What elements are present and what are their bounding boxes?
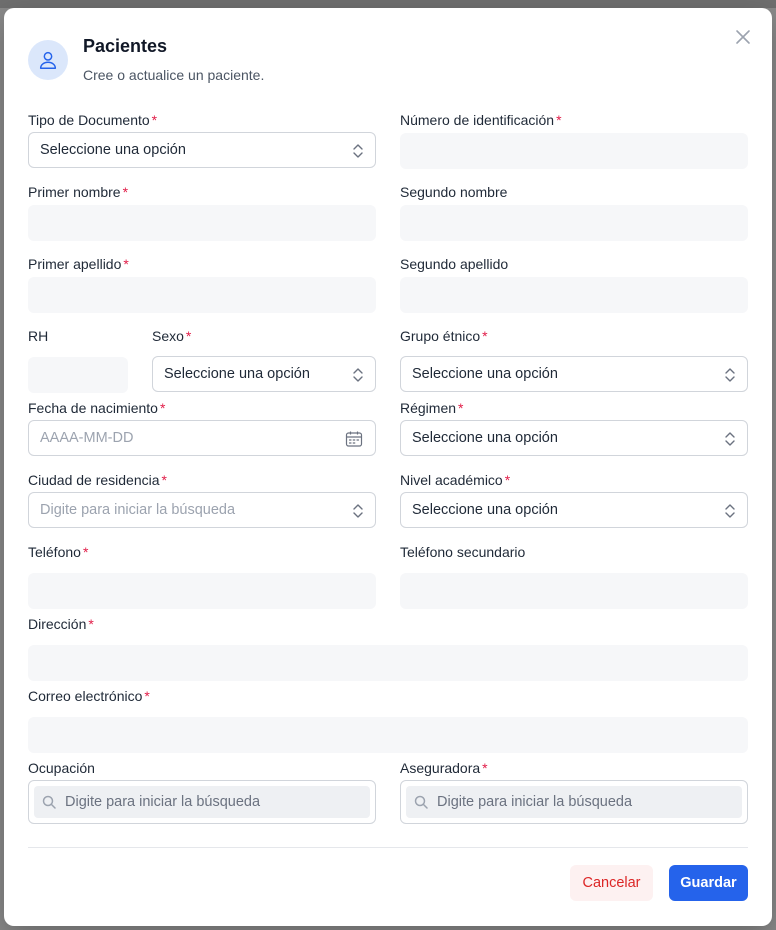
segundo-nombre-input[interactable]: [400, 205, 748, 241]
aseguradora-placeholder: Digite para iniciar la búsqueda: [437, 794, 633, 810]
numero-identificacion-input[interactable]: [400, 133, 748, 169]
primer-nombre-label: Primer nombre *: [28, 184, 129, 200]
grupo-etnico-field: Grupo étnico * Seleccione una opción: [400, 326, 748, 392]
telefono-secundario-field: Teléfono secundario: [400, 542, 748, 609]
nivel-academico-select[interactable]: Seleccione una opción: [400, 492, 748, 528]
ocupacion-placeholder: Digite para iniciar la búsqueda: [65, 794, 261, 810]
header-avatar: [28, 40, 68, 80]
fecha-nacimiento-input[interactable]: AAAA-MM-DD: [28, 420, 376, 456]
aseguradora-search-box[interactable]: Digite para iniciar la búsqueda: [406, 786, 742, 818]
tipo-documento-field: Tipo de Documento * Seleccione una opción: [28, 110, 376, 168]
grupo-etnico-label: Grupo étnico *: [400, 328, 488, 344]
sexo-select[interactable]: Seleccione una opción: [152, 356, 376, 392]
tipo-documento-value: Seleccione una opción: [40, 142, 186, 158]
ocupacion-label: Ocupación: [28, 760, 95, 776]
telefono-secundario-label: Teléfono secundario: [400, 544, 526, 560]
cancel-button[interactable]: Cancelar: [570, 865, 653, 901]
primer-apellido-label: Primer apellido *: [28, 256, 129, 272]
correo-field: Correo electrónico *: [28, 686, 748, 753]
footer-divider: [28, 847, 748, 848]
aseguradora-search[interactable]: Digite para iniciar la búsqueda: [400, 780, 748, 824]
rh-input[interactable]: [28, 357, 128, 393]
close-icon: [736, 30, 750, 44]
nivel-academico-label: Nivel académico *: [400, 472, 511, 488]
rh-field: RH: [28, 326, 128, 393]
telefono-label: Teléfono *: [28, 544, 89, 560]
dialog-title: Pacientes: [83, 36, 168, 56]
backdrop: [0, 0, 776, 8]
telefono-input[interactable]: [28, 573, 376, 609]
fecha-nacimiento-label: Fecha de nacimiento *: [28, 400, 166, 416]
chevron-up-down-icon: [353, 504, 363, 518]
ciudad-residencia-label: Ciudad de residencia *: [28, 472, 167, 488]
chevron-up-down-icon: [725, 368, 735, 382]
ciudad-residencia-select[interactable]: Digite para iniciar la búsqueda: [28, 492, 376, 528]
primer-nombre-input[interactable]: [28, 205, 376, 241]
chevron-up-down-icon: [725, 432, 735, 446]
grupo-etnico-value: Seleccione una opción: [412, 366, 558, 382]
nivel-academico-field: Nivel académico * Seleccione una opción: [400, 470, 748, 528]
patient-dialog: Pacientes Cree o actualice un paciente. …: [4, 8, 772, 926]
correo-label: Correo electrónico *: [28, 688, 150, 704]
chevron-up-down-icon: [725, 504, 735, 518]
chevron-up-down-icon: [353, 144, 363, 158]
telefono-field: Teléfono *: [28, 542, 376, 609]
search-icon: [42, 795, 56, 809]
segundo-apellido-label: Segundo apellido: [400, 256, 509, 272]
primer-apellido-field: Primer apellido *: [28, 254, 376, 313]
segundo-apellido-field: Segundo apellido: [400, 254, 748, 313]
fecha-nacimiento-placeholder: AAAA-MM-DD: [40, 430, 134, 446]
grupo-etnico-select[interactable]: Seleccione una opción: [400, 356, 748, 392]
ocupacion-field: Ocupación Digite para iniciar la búsqued…: [28, 758, 376, 824]
dialog-subtitle: Cree o actualice un paciente.: [83, 67, 265, 83]
numero-identificacion-field: Número de identificación *: [400, 110, 748, 169]
ciudad-residencia-field: Ciudad de residencia * Digite para inicia…: [28, 470, 376, 528]
nivel-academico-value: Seleccione una opción: [412, 502, 558, 518]
aseguradora-field: Aseguradora * Digite para iniciar la búsq…: [400, 758, 748, 824]
ciudad-residencia-placeholder: Digite para iniciar la búsqueda: [40, 502, 236, 518]
sexo-field: Sexo * Seleccione una opción: [152, 326, 376, 392]
segundo-apellido-input[interactable]: [400, 277, 748, 313]
direccion-field: Dirección *: [28, 614, 748, 681]
aseguradora-label: Aseguradora *: [400, 760, 488, 776]
tipo-documento-select[interactable]: Seleccione una opción: [28, 132, 376, 168]
calendar-icon[interactable]: [345, 430, 363, 448]
rh-label: RH: [28, 328, 49, 344]
user-icon: [39, 51, 57, 69]
close-button[interactable]: [732, 26, 754, 48]
chevron-up-down-icon: [353, 368, 363, 382]
primer-nombre-field: Primer nombre *: [28, 182, 376, 241]
sexo-value: Seleccione una opción: [164, 366, 310, 382]
segundo-nombre-field: Segundo nombre: [400, 182, 748, 241]
ocupacion-search-box[interactable]: Digite para iniciar la búsqueda: [34, 786, 370, 818]
search-icon: [414, 795, 428, 809]
ocupacion-search[interactable]: Digite para iniciar la búsqueda: [28, 780, 376, 824]
direccion-label: Dirección *: [28, 616, 94, 632]
telefono-secundario-input[interactable]: [400, 573, 748, 609]
regimen-label: Régimen *: [400, 400, 464, 416]
segundo-nombre-label: Segundo nombre: [400, 184, 508, 200]
tipo-documento-label: Tipo de Documento *: [28, 112, 158, 128]
regimen-value: Seleccione una opción: [412, 430, 558, 446]
numero-identificacion-label: Número de identificación *: [400, 112, 562, 128]
sexo-label: Sexo *: [152, 328, 192, 344]
fecha-nacimiento-field: Fecha de nacimiento * AAAA-MM-DD: [28, 398, 376, 456]
primer-apellido-input[interactable]: [28, 277, 376, 313]
save-button[interactable]: Guardar: [669, 865, 748, 901]
regimen-select[interactable]: Seleccione una opción: [400, 420, 748, 456]
correo-input[interactable]: [28, 717, 748, 753]
regimen-field: Régimen * Seleccione una opción: [400, 398, 748, 456]
direccion-input[interactable]: [28, 645, 748, 681]
